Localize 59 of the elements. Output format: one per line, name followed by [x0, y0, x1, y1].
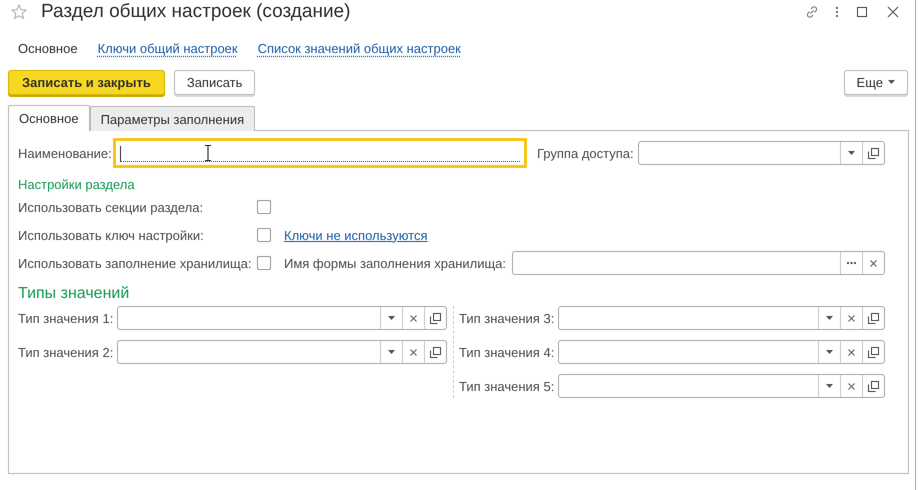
field-label: Имя формы заполнения хранилища: — [284, 256, 506, 270]
field-label: Тип значения 4: — [459, 344, 556, 360]
clear-icon[interactable] — [410, 314, 417, 322]
star-icon[interactable] — [11, 4, 27, 20]
checkbox-label: Использовать ключ настройки: — [18, 228, 205, 242]
clear-icon[interactable] — [848, 314, 855, 322]
checkbox-label: Использовать секции раздела: — [18, 200, 204, 214]
combo-field[interactable] — [558, 340, 885, 364]
clear-icon[interactable] — [848, 348, 855, 356]
keys-link[interactable]: Ключи не используются — [284, 228, 428, 242]
combo-field[interactable] — [512, 251, 885, 275]
field-label: Тип значения 3: — [459, 310, 556, 326]
nav-link[interactable]: Список значений общих настроек — [258, 40, 461, 56]
combo-field[interactable] — [558, 374, 885, 398]
checkbox[interactable] — [257, 228, 271, 242]
nav-link[interactable]: Ключи общий настроек — [98, 40, 238, 56]
nav-link[interactable]: Основное — [18, 40, 78, 56]
dropdown-icon[interactable] — [826, 316, 833, 320]
field-label: Наименование: — [18, 146, 113, 160]
combo-field[interactable] — [638, 141, 885, 165]
more-vertical-icon[interactable] — [835, 4, 839, 20]
tab[interactable]: Параметры заполнения — [90, 106, 256, 131]
clear-icon[interactable] — [410, 348, 417, 356]
open-window-icon[interactable] — [868, 380, 879, 392]
combo-field[interactable] — [117, 306, 447, 330]
group-title: Типы значений — [18, 285, 130, 303]
open-window-icon[interactable] — [868, 346, 879, 358]
caret-icon — [888, 80, 895, 84]
field-label: Группа доступа: — [537, 146, 635, 160]
group-title: Настройки раздела — [18, 176, 136, 193]
name-input[interactable] — [113, 138, 527, 168]
dropdown-icon[interactable] — [388, 350, 395, 354]
clear-icon[interactable] — [870, 260, 877, 266]
text-cursor-icon — [204, 145, 212, 161]
open-window-icon[interactable] — [868, 148, 879, 158]
open-window-icon[interactable] — [430, 346, 441, 358]
checkbox[interactable] — [257, 200, 271, 214]
open-window-icon[interactable] — [868, 312, 879, 324]
open-window-icon[interactable] — [430, 312, 441, 324]
dropdown-icon[interactable] — [826, 350, 833, 354]
dropdown-icon[interactable] — [848, 151, 855, 155]
field-label: Тип значения 1: — [18, 310, 114, 326]
window-title: Раздел общих настроек (создание) — [41, 1, 352, 23]
checkbox-label: Использовать заполнение хранилища: — [18, 256, 253, 270]
dropdown-icon[interactable] — [826, 384, 833, 388]
link-icon[interactable] — [804, 4, 820, 20]
field-label: Тип значения 5: — [459, 378, 556, 394]
tab[interactable]: Основное — [8, 105, 90, 131]
maximize-icon[interactable] — [854, 4, 870, 20]
combo-field[interactable] — [117, 340, 447, 364]
save-and-close-button[interactable]: Записать и закрыть — [8, 70, 165, 94]
save-button[interactable]: Записать — [174, 70, 256, 94]
more-button[interactable]: Еще — [844, 70, 908, 94]
checkbox[interactable] — [257, 256, 271, 270]
combo-field[interactable] — [558, 306, 885, 330]
close-icon[interactable] — [885, 4, 901, 20]
clear-icon[interactable] — [848, 382, 855, 390]
dropdown-icon[interactable] — [388, 316, 395, 320]
field-label: Тип значения 2: — [18, 344, 114, 360]
